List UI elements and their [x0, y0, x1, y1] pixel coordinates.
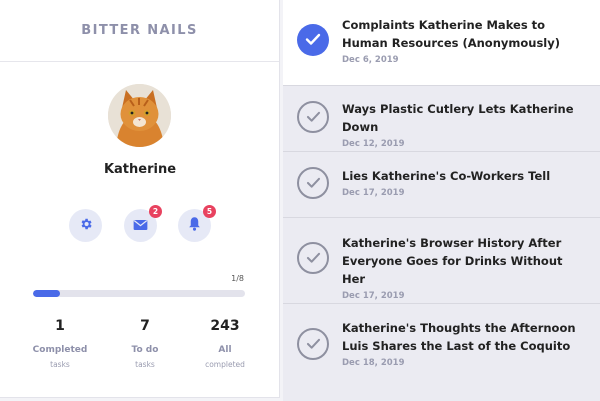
stat-label: All — [218, 345, 232, 355]
task-title: Lies Katherine's Co-Workers Tell — [342, 169, 551, 183]
task-text: Complaints Katherine Makes to Human Reso… — [342, 16, 588, 65]
task-text: Lies Katherine's Co-Workers Tell Dec 17,… — [342, 167, 588, 198]
task-checkbox[interactable] — [297, 167, 329, 199]
task-text: Katherine's Thoughts the Afternoon Luis … — [342, 319, 588, 368]
task-text: Ways Plastic Cutlery Lets Katherine Down… — [342, 100, 588, 149]
task-checkbox[interactable] — [297, 242, 329, 274]
avatar — [108, 84, 171, 147]
task-date: Dec 12, 2019 — [342, 139, 405, 149]
checkmark-icon — [305, 31, 321, 50]
profile-panel: BITTER NAILS Katherine 2 5 1/8 1 Complet… — [0, 0, 283, 401]
user-name: Katherine — [103, 162, 177, 177]
gear-icon — [79, 216, 93, 235]
progress-bar — [33, 290, 245, 297]
task-list: Complaints Katherine Makes to Human Reso… — [283, 0, 600, 401]
task-date: Dec 17, 2019 — [342, 188, 405, 198]
stat-value: 7 — [140, 318, 150, 334]
stat-sublabel: completed — [205, 360, 245, 369]
stat-label: Completed — [32, 345, 88, 355]
task-date: Dec 6, 2019 — [342, 55, 399, 65]
checkmark-icon — [306, 174, 321, 193]
task-date: Dec 17, 2019 — [342, 291, 405, 301]
stat-value: 1 — [55, 318, 65, 334]
task-checkbox[interactable] — [297, 101, 329, 133]
stat-value: 243 — [210, 318, 240, 334]
task-date: Dec 18, 2019 — [342, 358, 405, 368]
task-row[interactable]: Lies Katherine's Co-Workers Tell Dec 17,… — [283, 152, 600, 218]
task-text: Katherine's Browser History After Everyo… — [342, 234, 588, 301]
stat-all: 243 All completed — [185, 318, 265, 369]
task-row[interactable]: Katherine's Thoughts the Afternoon Luis … — [283, 304, 600, 401]
bell-icon — [188, 216, 201, 235]
task-title: Katherine's Thoughts the Afternoon Luis … — [342, 321, 576, 353]
task-row[interactable]: Katherine's Browser History After Everyo… — [283, 218, 600, 304]
task-checkbox[interactable] — [297, 328, 329, 360]
stat-sublabel: tasks — [135, 360, 155, 369]
task-row[interactable]: Ways Plastic Cutlery Lets Katherine Down… — [283, 86, 600, 205]
task-row[interactable]: Complaints Katherine Makes to Human Reso… — [283, 0, 600, 86]
notifications-button[interactable]: 5 — [178, 205, 216, 242]
stat-sublabel: tasks — [50, 360, 70, 369]
profile-card: BITTER NAILS Katherine 2 5 1/8 1 Complet… — [0, 0, 280, 398]
stat-completed: 1 Completed tasks — [20, 318, 100, 369]
stat-todo: 7 To do tasks — [105, 318, 185, 369]
brand-title: BITTER NAILS — [0, 0, 279, 62]
notifications-badge: 5 — [203, 205, 216, 218]
progress-count: 1/8 — [231, 274, 244, 283]
messages-badge: 2 — [149, 205, 162, 218]
settings-button[interactable] — [69, 209, 102, 242]
envelope-icon — [133, 216, 148, 235]
task-checkbox[interactable] — [297, 24, 329, 56]
checkmark-icon — [306, 108, 321, 127]
checkmark-icon — [306, 335, 321, 354]
stat-label: To do — [131, 345, 159, 355]
task-title: Katherine's Browser History After Everyo… — [342, 236, 563, 286]
progress-fill — [33, 290, 60, 297]
messages-button[interactable]: 2 — [124, 205, 162, 242]
checkmark-icon — [306, 249, 321, 268]
task-title: Complaints Katherine Makes to Human Reso… — [342, 18, 561, 50]
task-title: Ways Plastic Cutlery Lets Katherine Down — [342, 102, 574, 134]
